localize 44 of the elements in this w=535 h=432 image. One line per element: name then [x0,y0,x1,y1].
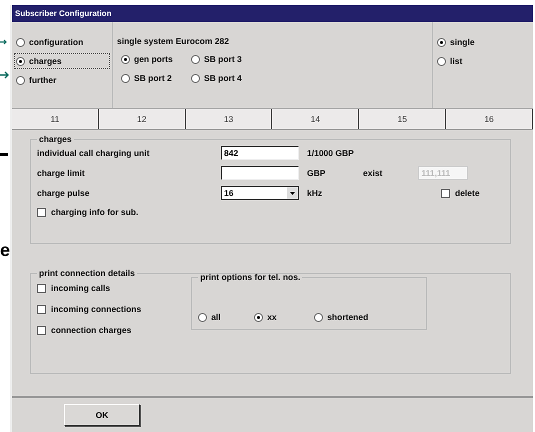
arrow-icon [0,38,8,46]
system-title: single system Eurocom 282 [117,36,230,46]
unit-label: GBP [307,168,326,178]
print-checkbox[interactable]: incoming calls [37,282,142,294]
print-radio[interactable]: xx [254,311,314,323]
port-radio[interactable]: SB port 4 [191,72,271,84]
print-radio[interactable]: shortened [314,311,384,323]
view-radio[interactable]: list [437,55,529,67]
dash-mark [0,153,8,156]
print-checkbox[interactable]: incoming connections [37,303,142,315]
group-title: print connection details [38,268,136,278]
port-radio[interactable]: SB port 2 [121,72,191,84]
caret-icon [287,187,298,199]
unit-label: kHz [307,188,324,198]
tab[interactable]: 11 [12,109,99,129]
delete-checkbox[interactable]: delete [441,187,480,199]
ok-button[interactable]: OK [64,404,140,426]
margin-text: e [0,240,10,260]
field-label: individual call charging unit [37,148,150,158]
info-checkbox[interactable]: charging info for sub. [37,206,504,218]
tab[interactable]: 15 [359,109,446,129]
tab[interactable]: 14 [272,109,360,129]
field-label: charge pulse [37,188,90,198]
input-field[interactable] [221,166,299,180]
field-label: charge limit [37,168,86,178]
view-radio[interactable]: single [437,36,529,48]
mode-radio[interactable]: charges [16,55,108,67]
tab[interactable]: 16 [446,109,533,129]
port-radio[interactable]: SB port 3 [191,53,271,65]
field-label: exist [363,168,382,178]
dropdown[interactable]: 16 [221,186,299,200]
mode-radio[interactable]: further [16,74,108,86]
print-checkbox[interactable]: connection charges [37,324,142,336]
tab[interactable]: 12 [98,109,186,129]
print-radio[interactable]: all [198,311,254,323]
mode-radio[interactable]: configuration [16,36,108,48]
input-field[interactable]: 842 [221,146,299,160]
tab[interactable]: 13 [186,109,272,129]
arrow-icon [0,71,10,79]
group-title: print options for tel. nos. [199,272,302,282]
port-radio[interactable]: gen ports [121,53,191,65]
group-title: charges [38,134,73,144]
unit-label: 1/1000 GBP [307,148,354,158]
window-title: Subscriber Configuration [15,9,112,18]
